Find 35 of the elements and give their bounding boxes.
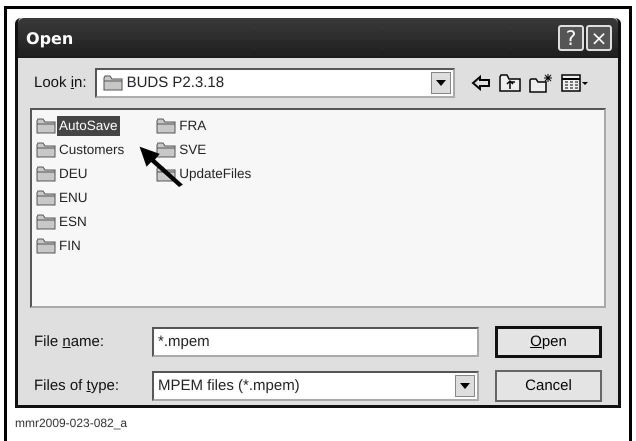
folder-item[interactable]: Customers [57,140,126,160]
folder-icon [156,118,176,134]
folder-item[interactable]: ENU [57,188,90,208]
folder-icon [36,166,56,182]
file-type-dropdown[interactable]: MPEM files (*.mpem) [152,371,479,401]
folder-icon [36,142,56,158]
file-name-field[interactable]: *.mpem [152,327,479,357]
folder-item[interactable]: ESN [57,212,89,232]
look-in-label: Look in: [34,72,87,93]
folder-item[interactable]: AutoSave [57,116,120,136]
folder-dropdown[interactable]: BUDS P2.3.18 [94,68,455,98]
new-folder-icon[interactable] [528,73,553,93]
figure-caption: mmr2009-023-082_a [15,415,128,432]
back-arrow-icon[interactable] [470,75,491,91]
file-type-label: Files of type: [34,376,120,396]
file-name-label: File name: [34,332,106,352]
folder-icon [156,142,176,158]
folder-icon [36,238,56,254]
folder-icon [36,118,56,134]
folder-item[interactable]: FIN [57,236,83,256]
up-folder-icon[interactable] [498,74,521,92]
window-title: Open [26,28,74,48]
folder-icon [102,75,123,91]
folder-icon [36,214,56,230]
folder-item[interactable]: SVE [177,140,208,160]
dialog-button[interactable]: Cancel [495,370,602,402]
close-button[interactable]: × [586,25,612,51]
folder-icon [36,190,56,206]
file-list[interactable]: AutoSave Customers DEU ENU ESN FIN FRA SVE UpdateFiles [30,108,606,308]
folder-item[interactable]: FRA [177,116,208,136]
folder-item[interactable]: DEU [57,164,90,184]
folder-item[interactable]: UpdateFiles [177,164,254,184]
dialog-button[interactable]: Open [495,326,602,358]
view-menu-icon[interactable] [560,74,589,92]
help-button[interactable]: ? [558,25,584,51]
